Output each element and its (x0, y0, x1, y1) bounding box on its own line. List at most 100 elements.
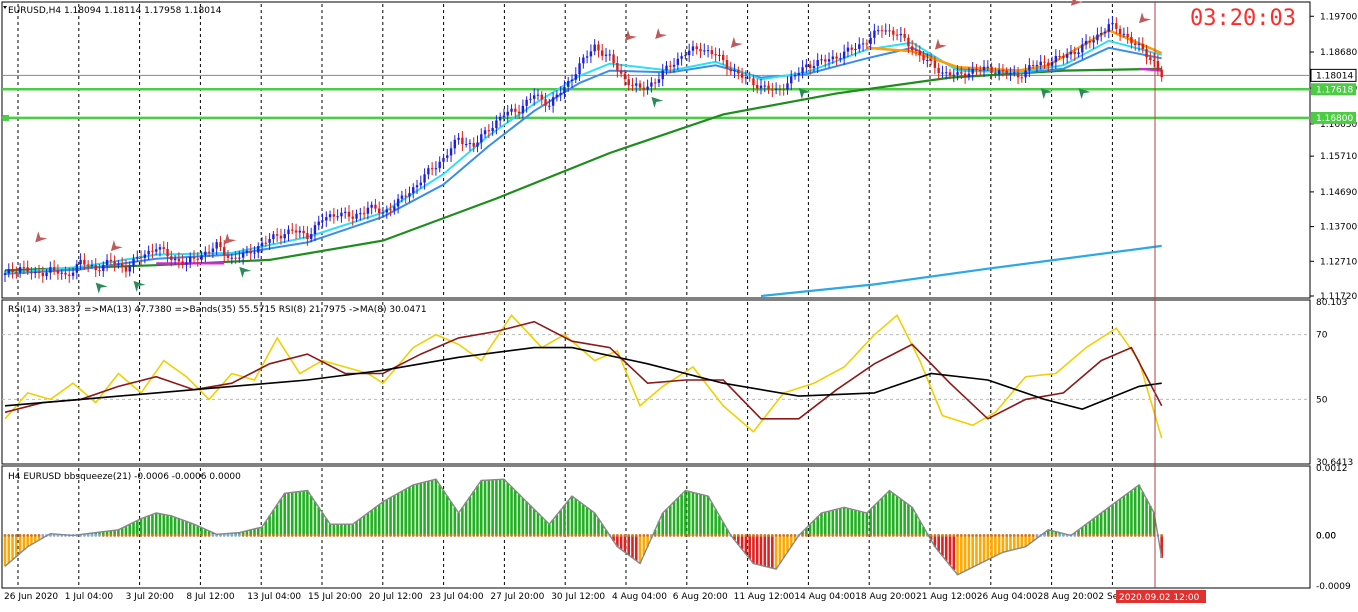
candle-body (340, 212, 343, 217)
candle-body (638, 83, 642, 88)
squeeze-dot (11, 534, 14, 537)
squeeze-dot (245, 534, 249, 537)
squeeze-dot (801, 534, 804, 537)
squeeze-dot (98, 534, 101, 537)
squeeze-dot (861, 534, 865, 537)
squeeze-dot (907, 534, 910, 537)
squeeze-dot (570, 534, 574, 537)
squeeze-dot (993, 534, 997, 537)
candle-body (415, 185, 419, 188)
squeeze-dot (657, 534, 661, 537)
squeeze-dot (899, 534, 903, 537)
squeeze-dot (676, 534, 680, 537)
candle-body (26, 267, 29, 272)
candle-body (861, 43, 865, 45)
squeeze-dot (842, 534, 846, 537)
candle-body (669, 65, 672, 67)
candle-body (192, 257, 196, 259)
candle-body (128, 266, 131, 272)
candle-body (30, 271, 33, 273)
candle-body (616, 62, 619, 71)
squeeze-dot (888, 534, 891, 537)
candle-body (846, 47, 850, 52)
squeeze-dot (865, 534, 869, 537)
candle-body (945, 72, 948, 74)
sell-arrow-icon (35, 231, 48, 243)
time-tick-label: 21 Aug 12:00 (916, 592, 977, 602)
candle-body (1028, 65, 1031, 71)
candle-body (502, 115, 506, 117)
price-marker-label: 1.18014 (1316, 71, 1353, 81)
candle-body (657, 79, 661, 83)
ma-long-lightblue (760, 244, 1162, 298)
price-tick-label: 1.13700 (1320, 223, 1357, 233)
squeeze-dot (1099, 534, 1103, 537)
squeeze-dot (445, 534, 449, 537)
squeeze-dot (358, 534, 362, 537)
candle-body (185, 262, 188, 265)
squeeze-dot (203, 534, 207, 537)
squeeze-dot (374, 534, 377, 537)
squeeze-dot (937, 534, 941, 537)
candle-body (396, 198, 400, 207)
candle-body (366, 207, 370, 214)
squeeze-dot (37, 534, 41, 537)
candle-body (412, 187, 415, 194)
candle-body (612, 54, 615, 63)
candle-body (306, 233, 309, 239)
squeeze-dot (770, 534, 774, 537)
squeeze-dot (207, 534, 211, 537)
squeeze-dot (26, 534, 30, 537)
candle-body (253, 252, 256, 254)
squeeze-dot (623, 534, 627, 537)
candle-body (1047, 62, 1050, 66)
squeeze-dot (154, 534, 158, 537)
candle-body (774, 88, 778, 90)
candle-body (109, 259, 113, 262)
candle-body (684, 55, 687, 57)
squeeze-dot (479, 534, 483, 537)
squeeze-dot (869, 534, 873, 537)
candle-body (884, 30, 887, 32)
time-tick-label: 6 Aug 20:00 (673, 592, 728, 602)
candle-body (1145, 49, 1148, 58)
squeeze-dot (105, 534, 109, 537)
candle-body (510, 108, 513, 112)
candle-body (865, 43, 869, 45)
squeeze-dot (336, 534, 340, 537)
squeeze-dot (944, 534, 948, 537)
squeeze-dot (442, 534, 445, 537)
candle-body (767, 85, 770, 90)
squeeze-dot (699, 534, 702, 537)
squeeze-dot (192, 534, 196, 537)
sell-arrow-icon (1070, 0, 1083, 6)
squeeze-dot (426, 534, 430, 537)
candle-body (691, 46, 695, 51)
candle-body (710, 50, 714, 55)
squeeze-dot (718, 534, 721, 537)
candle-body (245, 250, 249, 253)
squeeze-dot (14, 534, 18, 537)
chart-canvas[interactable]: 1.197001.186801.176501.166301.157101.146… (0, 0, 1358, 608)
candle-body (230, 257, 233, 259)
time-tick-label: 13 Jul 04:00 (247, 592, 301, 602)
squeeze-dot (260, 534, 264, 537)
candle-body (642, 87, 646, 90)
sell-arrow-icon (730, 36, 743, 48)
candle-body (1130, 36, 1133, 44)
squeeze-dot (453, 534, 457, 537)
squeeze-dot (975, 534, 978, 537)
menu-triangle-icon[interactable] (3, 6, 7, 9)
candle-body (850, 47, 853, 50)
candle-body (370, 204, 373, 208)
candle-body (680, 56, 683, 59)
candle-body (672, 64, 676, 67)
candle-body (15, 271, 18, 273)
candle-body (1077, 52, 1080, 55)
candle-body (1043, 61, 1046, 63)
squeeze-dot (268, 534, 271, 537)
candle-body (362, 213, 366, 215)
price-tick-label: 1.12710 (1320, 257, 1357, 267)
rsi-tick-label: 80.103 (1316, 298, 1348, 308)
candle-body (525, 99, 528, 106)
